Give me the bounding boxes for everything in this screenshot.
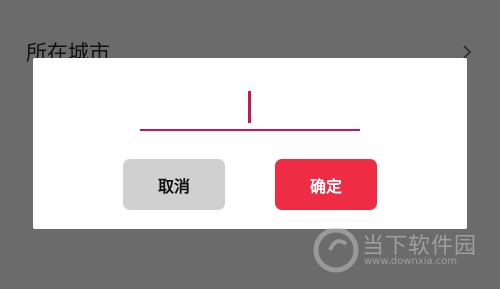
cancel-button[interactable]: 取消 [123, 159, 225, 210]
confirm-button[interactable]: 确定 [275, 159, 377, 210]
watermark-url: www.downxia.com [364, 256, 458, 267]
watermark: 当下软件园 www.downxia.com [312, 220, 492, 280]
input-dialog: 取消 确定 [33, 58, 467, 229]
text-cursor [248, 91, 251, 123]
input-underline [140, 129, 360, 131]
text-input-container [140, 88, 360, 132]
